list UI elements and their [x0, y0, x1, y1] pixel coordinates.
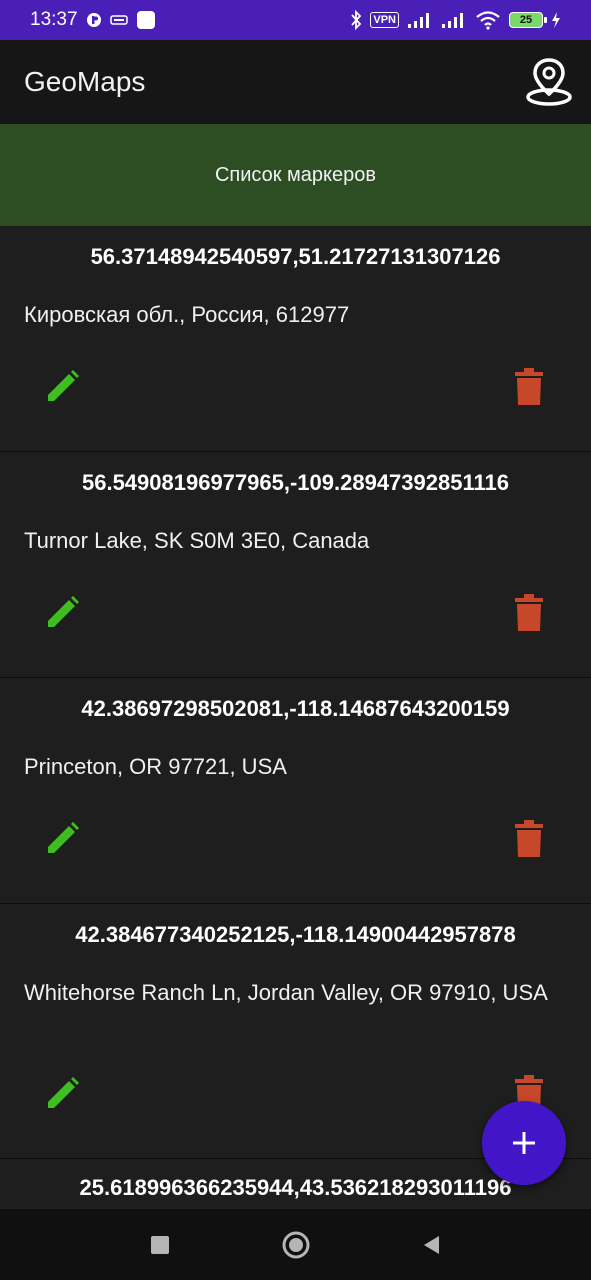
add-icon: [513, 1132, 535, 1154]
bluetooth-icon: [350, 10, 362, 30]
marker-coords: 42.384677340252125,-118.14900442957878: [75, 922, 516, 947]
delete-button[interactable]: [505, 589, 553, 637]
map-button[interactable]: [523, 56, 575, 108]
system-nav-bar: [0, 1209, 591, 1280]
home-circle-icon: [282, 1231, 309, 1258]
app-square-icon: [136, 10, 156, 30]
marker-address: Whitehorse Ranch Ln, Jordan Valley, OR 9…: [24, 980, 548, 1005]
map-marker-icon: [526, 58, 572, 106]
wifi-icon: [475, 10, 501, 30]
marker-address: Princeton, OR 97721, USA: [24, 754, 287, 779]
edit-button[interactable]: [38, 815, 86, 863]
edit-button[interactable]: [38, 1070, 86, 1118]
status-time: 13:37: [30, 9, 78, 30]
delete-button[interactable]: [505, 363, 553, 411]
back-triangle-icon: [423, 1235, 439, 1254]
marker-address: Кировская обл., Россия, 612977: [24, 302, 350, 327]
pencil-icon: [48, 596, 79, 627]
home-button[interactable]: [276, 1225, 316, 1265]
marker-address: Turnor Lake, SK S0M 3E0, Canada: [24, 528, 370, 553]
charging-icon: [551, 11, 561, 29]
pencil-icon: [48, 370, 79, 401]
notification-app-icon: [86, 12, 102, 28]
battery-icon: 25: [509, 12, 547, 28]
trash-icon: [515, 594, 543, 631]
marker-list-header: Список маркеров: [0, 124, 591, 226]
vpn-icon: VPN: [370, 12, 399, 28]
app-bar: GeoMaps: [0, 40, 591, 124]
signal-icon: [407, 11, 433, 29]
delete-button[interactable]: [505, 815, 553, 863]
keyboard-icon: [109, 14, 128, 26]
marker-card: 42.38697298502081,-118.14687643200159 Pr…: [0, 678, 591, 904]
marker-coords: 42.38697298502081,-118.14687643200159: [81, 696, 510, 721]
marker-coords: 56.54908196977965,-109.28947392851116: [81, 470, 509, 495]
recents-button[interactable]: [140, 1225, 180, 1265]
signal-icon: [441, 11, 467, 29]
app-title: GeoMaps: [24, 66, 146, 97]
edit-button[interactable]: [38, 363, 86, 411]
trash-icon: [515, 368, 543, 405]
marker-card: 56.54908196977965,-109.28947392851116 Tu…: [0, 452, 591, 678]
back-button[interactable]: [412, 1225, 452, 1265]
recents-square-icon: [150, 1235, 169, 1254]
add-marker-button[interactable]: [482, 1101, 566, 1185]
marker-list[interactable]: 56.37148942540597,51.21727131307126 Киро…: [0, 226, 591, 1209]
status-left: 13:37: [30, 9, 156, 31]
edit-button[interactable]: [38, 589, 86, 637]
marker-card: 56.37148942540597,51.21727131307126 Киро…: [0, 226, 591, 452]
pencil-icon: [48, 822, 79, 853]
status-right: VPN 25: [350, 10, 561, 30]
pencil-icon: [48, 1077, 79, 1108]
marker-coords: 56.37148942540597,51.21727131307126: [90, 244, 501, 269]
trash-icon: [515, 820, 543, 857]
status-bar: 13:37 VPN 25: [0, 0, 591, 40]
